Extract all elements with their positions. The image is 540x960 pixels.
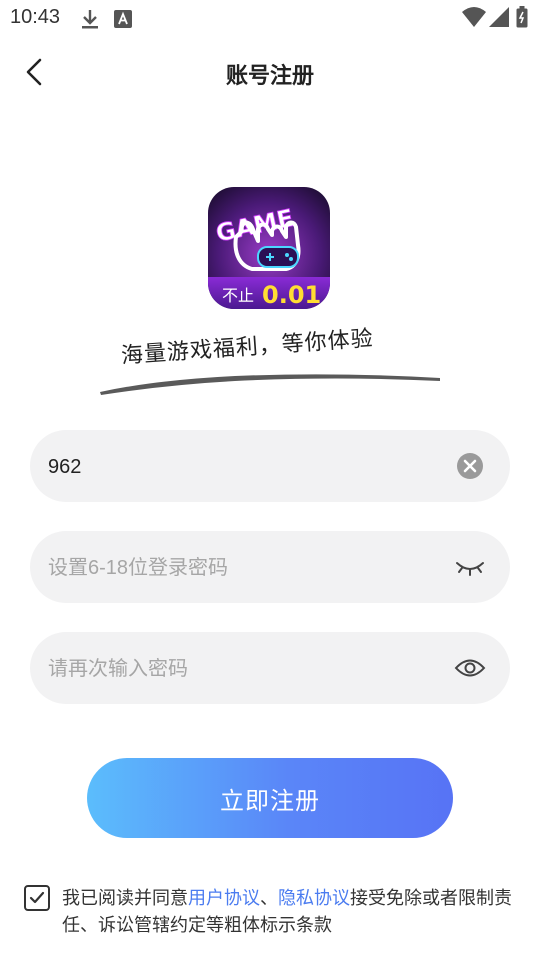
account-field: [30, 430, 510, 504]
account-input[interactable]: [46, 430, 450, 504]
password-visibility-toggle[interactable]: [454, 551, 486, 583]
agreement-separator: 、: [260, 888, 278, 908]
slogan: 海量游戏福利，等你体验: [95, 326, 445, 400]
agreement-checkbox[interactable]: [24, 885, 50, 911]
agreement-text: 我已阅读并同意用户协议、隐私协议接受免除或者限制责任、诉讼管辖约定等粗体标示条款: [62, 885, 522, 939]
eye-closed-icon: [456, 562, 484, 576]
clear-icon: [457, 453, 483, 479]
confirm-password-field: [30, 632, 510, 706]
page-title: 账号注册: [225, 63, 314, 88]
checkmark-icon: [29, 891, 45, 904]
privacy-policy-link[interactable]: 隐私协议: [278, 888, 350, 908]
user-agreement-link[interactable]: 用户协议: [188, 888, 260, 908]
status-bar: 10:43: [0, 0, 540, 36]
clear-button[interactable]: [454, 450, 486, 482]
confirm-password-visibility-toggle[interactable]: [454, 652, 486, 684]
eye-icon: [454, 659, 486, 677]
password-field: [30, 531, 510, 605]
status-time: 10:43: [10, 6, 61, 28]
logo-badge-prefix: 不止: [222, 286, 254, 305]
a-notification-icon: [114, 10, 132, 33]
confirm-password-input[interactable]: [46, 632, 450, 706]
wifi-icon: [462, 7, 486, 32]
logo-badge-value: 0.01: [262, 281, 321, 309]
register-button[interactable]: 立即注册: [87, 758, 453, 838]
app-logo: GAME 不止 0.01: [208, 187, 330, 309]
signal-icon: [489, 7, 509, 32]
download-icon: [80, 8, 100, 35]
agreement-prefix: 我已阅读并同意: [62, 888, 188, 908]
header: 账号注册: [0, 44, 540, 100]
battery-icon: [516, 6, 528, 33]
password-input[interactable]: [46, 531, 450, 605]
